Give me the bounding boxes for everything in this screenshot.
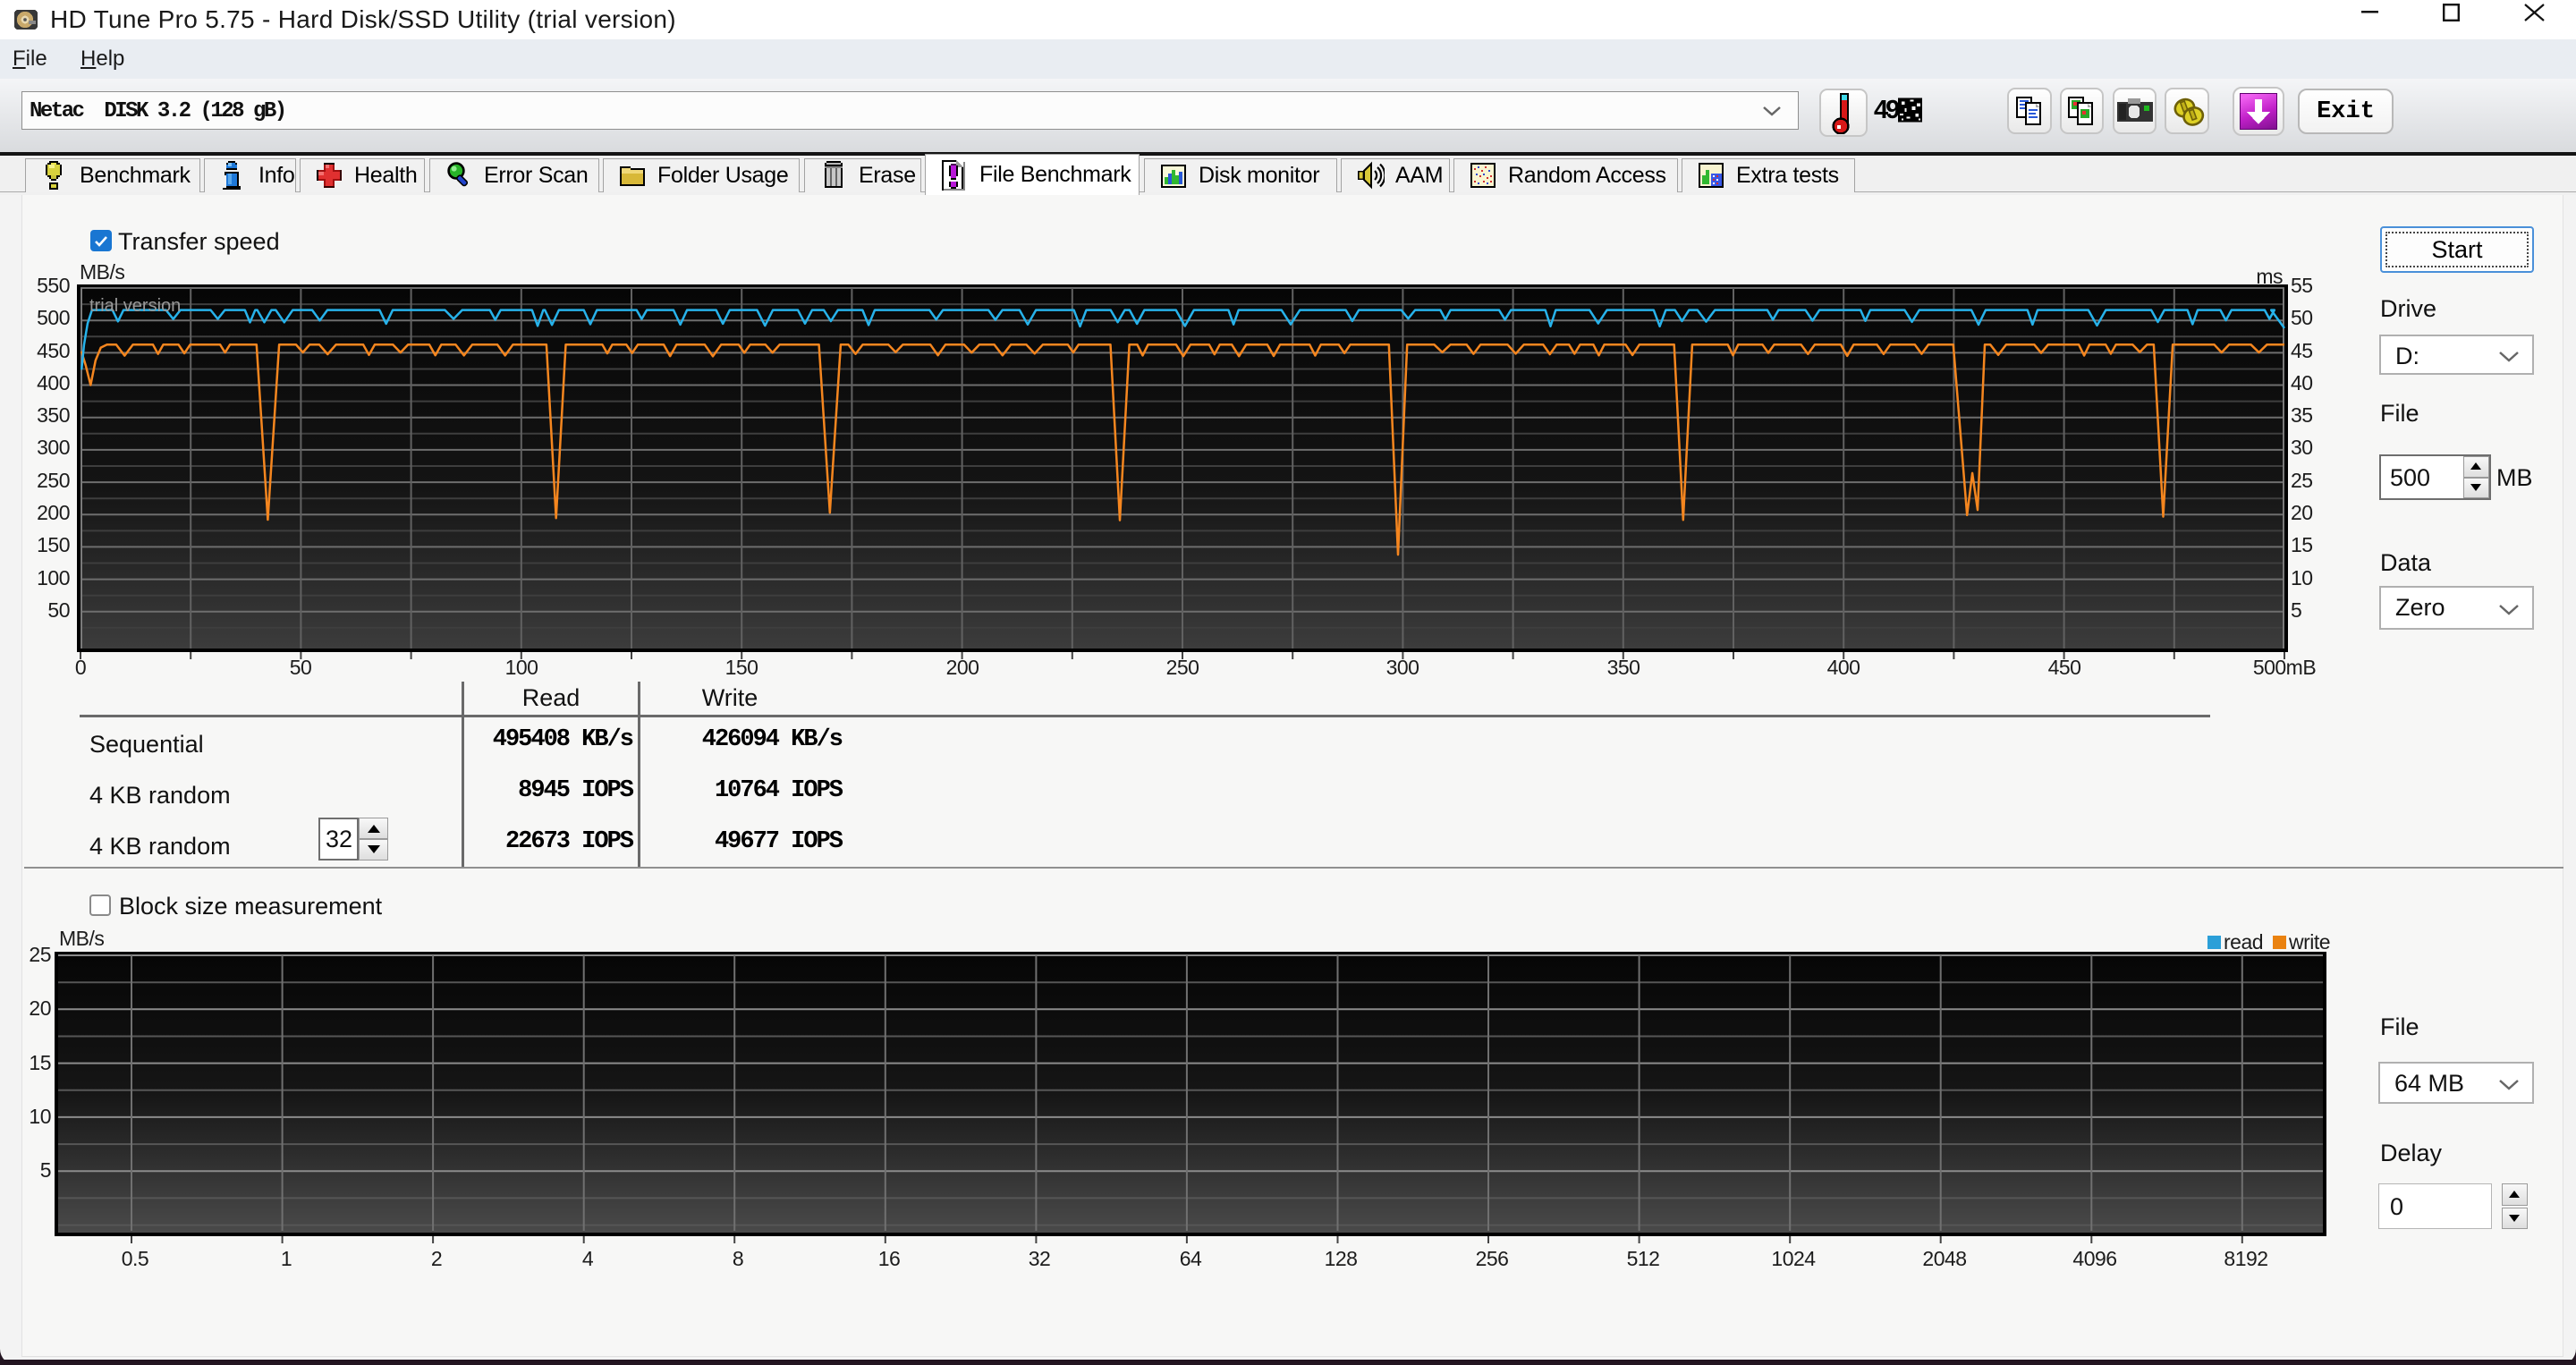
svg-text:trial version: trial version: [89, 296, 181, 316]
